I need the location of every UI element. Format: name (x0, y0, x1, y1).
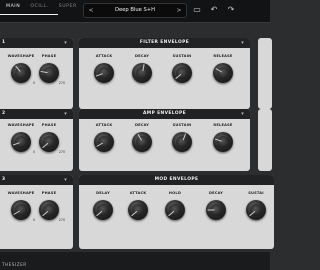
attack-knob[interactable]: ATTACK (87, 54, 121, 94)
sustain-knob[interactable]: SUSTAIN (165, 54, 199, 94)
mod-envelope-panel: MOD ENVELOPE DELAY ATTACK HOLD DECAY SUS… (79, 175, 274, 249)
panel-title: MOD ENVELOPE (154, 177, 199, 182)
knob-label: ATTACK (95, 123, 113, 127)
knob-label: ATTACK (95, 54, 113, 58)
folder-icon[interactable]: ▭ (191, 3, 203, 16)
fold-icon[interactable]: ▾ (239, 40, 246, 46)
attack-knob[interactable]: ATTACK (87, 123, 121, 163)
release-knob[interactable]: RELEASE (206, 123, 240, 163)
active-tab-indicator (0, 14, 58, 15)
knob-label: PHASE (41, 191, 57, 195)
knob-label: HOLD (168, 191, 182, 195)
undo-icon[interactable]: ↶ (208, 3, 220, 16)
oscillator-3-panel: O 3 ▾ WAVESHAPE PHASE 0 270 (0, 175, 73, 249)
knob-label: RELEASE (213, 123, 233, 127)
decay-knob[interactable]: DECAY (125, 123, 159, 163)
oscillator-1-panel: O 1 ▾ WAVESHAPE PHASE 0 270 (0, 38, 73, 109)
decay-knob[interactable]: DECAY (125, 54, 159, 94)
attack-knob[interactable]: ATTACK (121, 191, 155, 231)
top-bar: MAIN OCILL. SUPER < Deep Blue S+H > ▭ ↶ … (0, 0, 270, 23)
redo-icon[interactable]: ↷ (225, 3, 237, 16)
phase-knob[interactable]: PHASE 0 270 (32, 191, 66, 231)
knob-label: SUSTAIN (172, 123, 192, 127)
panel-title: AMP ENVELOPE (143, 111, 186, 116)
footer-brand: THESIZER (2, 262, 27, 267)
knob-label: RELEASE (213, 54, 233, 58)
hold-knob[interactable]: HOLD (158, 191, 192, 231)
knob-label: DECAY (134, 123, 150, 127)
knob-label: DECAY (134, 54, 150, 58)
filter-envelope-panel: FILTER ENVELOPE ▾ ATTACK DECAY SUSTAIN R… (79, 38, 250, 109)
preset-selector[interactable]: < Deep Blue S+H > (83, 3, 187, 18)
bottom-bar (0, 252, 270, 270)
oscillator-2-panel: O 2 ▾ WAVESHAPE PHASE 0 270 (0, 109, 73, 171)
sustain-knob[interactable]: SUSTAI (239, 191, 273, 231)
fold-icon[interactable]: ▾ (62, 40, 69, 46)
sustain-knob[interactable]: SUSTAIN (165, 123, 199, 163)
fold-icon[interactable]: ▾ (239, 111, 246, 117)
knob-label: SUSTAI (248, 191, 264, 195)
knob-label: SUSTAIN (172, 54, 192, 58)
knob-label: DECAY (208, 191, 224, 195)
preset-name: Deep Blue S+H (115, 7, 155, 13)
side-panel-middle (258, 109, 272, 171)
decay-knob[interactable]: DECAY (199, 191, 233, 231)
release-knob[interactable]: RELEASE (206, 54, 240, 94)
fold-icon[interactable]: ▾ (62, 177, 69, 183)
side-panel-top (258, 38, 272, 109)
fold-icon[interactable]: ▾ (62, 111, 69, 117)
next-preset-button[interactable]: > (174, 4, 184, 17)
delay-knob[interactable]: DELAY (86, 191, 120, 231)
phase-knob[interactable]: PHASE 0 270 (32, 54, 66, 94)
phase-knob[interactable]: PHASE 0 270 (32, 123, 66, 163)
knob-label: ATTACK (129, 191, 147, 195)
knob-label: DELAY (96, 191, 110, 195)
amp-envelope-panel: AMP ENVELOPE ▾ ATTACK DECAY SUSTAIN RELE… (79, 109, 250, 171)
knob-label: PHASE (41, 123, 57, 127)
panel-title: FILTER ENVELOPE (139, 40, 190, 45)
tab-super[interactable]: SUPER (59, 0, 77, 16)
knob-label: PHASE (41, 54, 57, 58)
